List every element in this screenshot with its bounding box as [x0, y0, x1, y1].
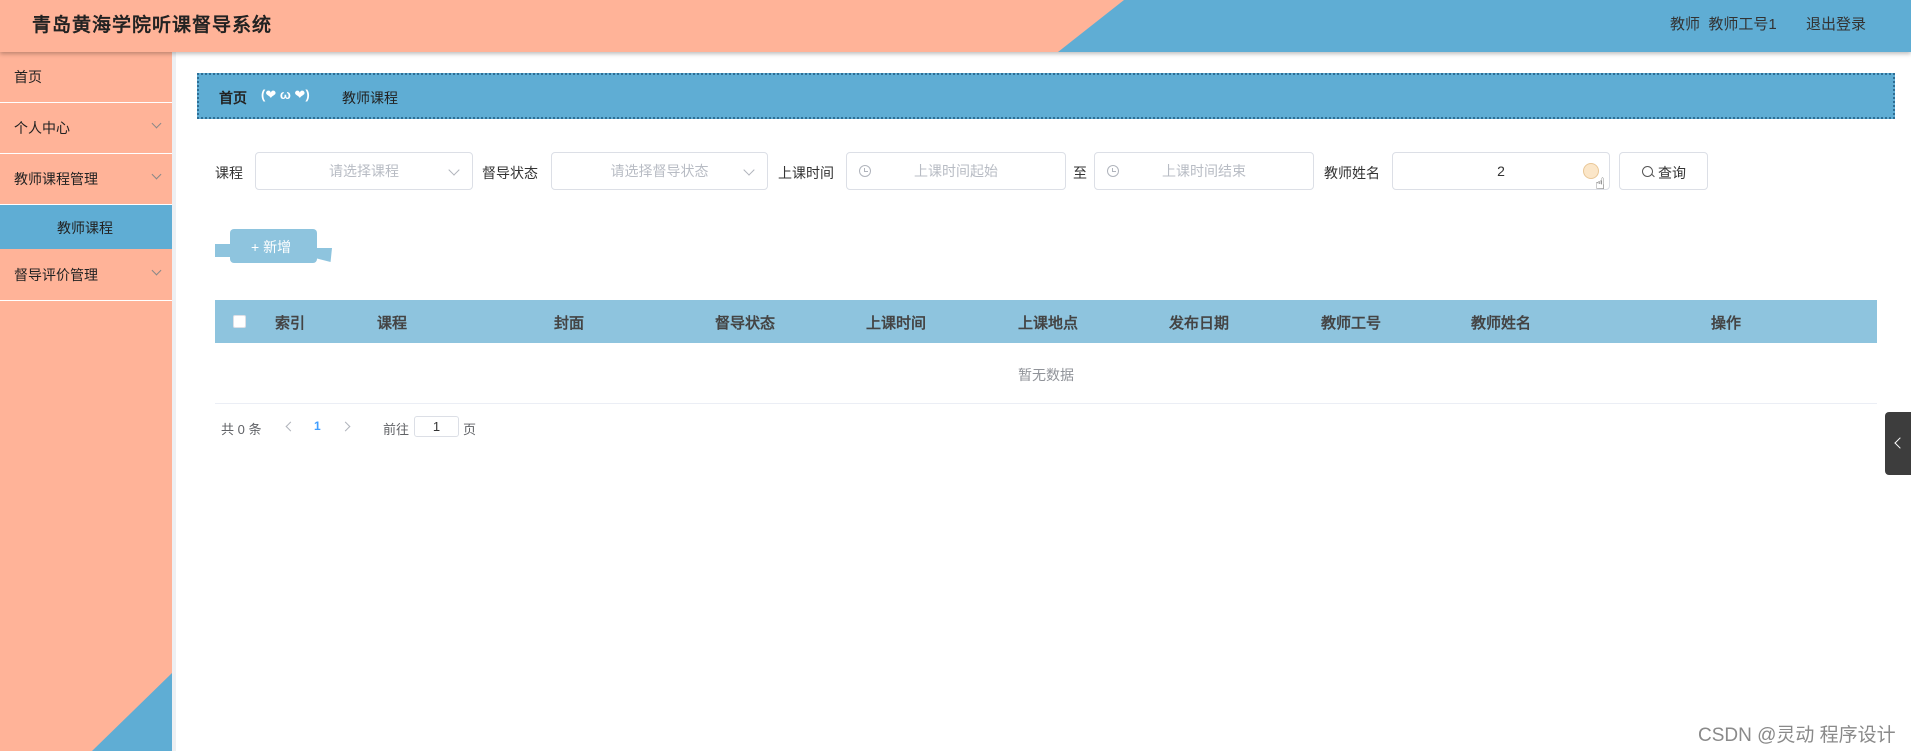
- search-icon: [1642, 166, 1653, 177]
- user-id: 教师工号1: [1708, 16, 1777, 33]
- sidebar-divider: [172, 52, 176, 751]
- collapse-panel-handle[interactable]: [1885, 412, 1911, 475]
- status-filter-label: 督导状态: [482, 165, 538, 181]
- column-header-location[interactable]: 上课地点: [1018, 312, 1078, 333]
- column-header-teacher-id[interactable]: 教师工号: [1321, 312, 1381, 333]
- chevron-right-icon[interactable]: [340, 421, 351, 432]
- column-header-index[interactable]: 索引: [275, 312, 305, 333]
- sidebar-item-personal-center[interactable]: 个人中心: [0, 103, 172, 154]
- user-role: 教师: [1670, 16, 1701, 33]
- column-header-time[interactable]: 上课时间: [866, 312, 926, 333]
- query-button[interactable]: 查询: [1619, 152, 1708, 190]
- time-range-separator: 至: [1073, 165, 1087, 181]
- column-header-status[interactable]: 督导状态: [715, 312, 775, 333]
- chevron-down-icon: [743, 164, 755, 176]
- column-header-cover[interactable]: 封面: [554, 312, 584, 333]
- chevron-down-icon: [151, 265, 162, 276]
- chevron-left-icon[interactable]: [285, 421, 296, 432]
- sidebar-item-label: 教师课程管理: [14, 171, 98, 187]
- chevron-left-icon: [1894, 437, 1906, 449]
- time-end-placeholder: 上课时间结束: [1162, 163, 1246, 179]
- sidebar-item-label: 首页: [14, 69, 42, 85]
- pointer-cursor-icon: ☝: [1595, 176, 1605, 193]
- teacher-name-input[interactable]: 2 ☝: [1392, 152, 1610, 193]
- clock-icon: [859, 165, 871, 177]
- pagination-page-suffix: 页: [463, 422, 477, 437]
- pagination-jump-input[interactable]: 1: [414, 416, 459, 437]
- breadcrumb-separator: (❤ ω ❤): [261, 87, 310, 102]
- column-header-publish-date[interactable]: 发布日期: [1169, 312, 1229, 333]
- time-end-picker[interactable]: 上课时间结束: [1094, 152, 1314, 190]
- teacher-name-label: 教师姓名: [1324, 165, 1380, 181]
- top-header: 青岛黄海学院听课督导系统 教师 教师工号1 退出登录: [0, 0, 1911, 52]
- user-info: 教师 教师工号1: [1670, 13, 1777, 34]
- breadcrumb-home[interactable]: 首页: [219, 88, 247, 108]
- sidebar-item-home[interactable]: 首页: [0, 52, 172, 103]
- add-button-label: + 新增: [251, 239, 292, 255]
- sidebar-item-label: 个人中心: [14, 120, 70, 136]
- column-header-actions: 操作: [1711, 315, 1742, 332]
- clock-icon: [1107, 165, 1119, 177]
- sidebar-subitem-teacher-course[interactable]: 教师课程: [0, 205, 172, 249]
- course-select[interactable]: 请选择课程: [255, 152, 473, 190]
- empty-message: 暂无数据: [1018, 367, 1074, 383]
- pagination-total: 共 0 条: [221, 422, 262, 437]
- logout-link[interactable]: 退出登录: [1806, 13, 1866, 34]
- pagination-goto-label: 前往: [383, 422, 410, 437]
- chevron-down-icon: [151, 169, 162, 180]
- add-button[interactable]: + 新增: [230, 229, 317, 263]
- time-start-placeholder: 上课时间起始: [914, 163, 998, 179]
- time-start-picker[interactable]: 上课时间起始: [846, 152, 1066, 190]
- breadcrumb-current: 教师课程: [342, 90, 398, 106]
- header-blue-band: [1058, 0, 1911, 52]
- chevron-down-icon: [448, 164, 460, 176]
- course-filter-label: 课程: [215, 165, 243, 181]
- breadcrumb: 首页 (❤ ω ❤) 教师课程: [197, 73, 1895, 119]
- watermark: CSDN @灵动 程序设计: [1698, 725, 1896, 746]
- query-button-label: 查询: [1658, 165, 1686, 181]
- table-header: 索引 课程 封面 督导状态 上课时间 上课地点 发布日期 教师工号 教师姓名 操…: [215, 300, 1877, 343]
- status-select-placeholder: 请选择督导状态: [610, 163, 709, 179]
- teacher-name-value: 2: [1497, 163, 1505, 179]
- table-empty-row: 暂无数据: [215, 343, 1877, 404]
- sidebar-subitem-label: 教师课程: [57, 220, 113, 236]
- chevron-down-icon: [151, 118, 162, 129]
- pagination-page-number[interactable]: 1: [314, 419, 321, 433]
- status-select[interactable]: 请选择督导状态: [551, 152, 768, 190]
- time-filter-label: 上课时间: [778, 165, 834, 181]
- select-all-checkbox[interactable]: [233, 315, 246, 328]
- course-select-placeholder: 请选择课程: [329, 163, 399, 179]
- sidebar-item-evaluation-management[interactable]: 督导评价管理: [0, 250, 172, 301]
- sidebar-item-course-management[interactable]: 教师课程管理: [0, 154, 172, 205]
- sidebar-item-label: 督导评价管理: [14, 267, 98, 283]
- sidebar: 首页 个人中心 教师课程管理 教师课程 督导评价管理: [0, 52, 172, 751]
- column-header-teacher-name[interactable]: 教师姓名: [1471, 312, 1531, 333]
- column-header-course[interactable]: 课程: [377, 312, 407, 333]
- app-title: 青岛黄海学院听课督导系统: [32, 15, 273, 36]
